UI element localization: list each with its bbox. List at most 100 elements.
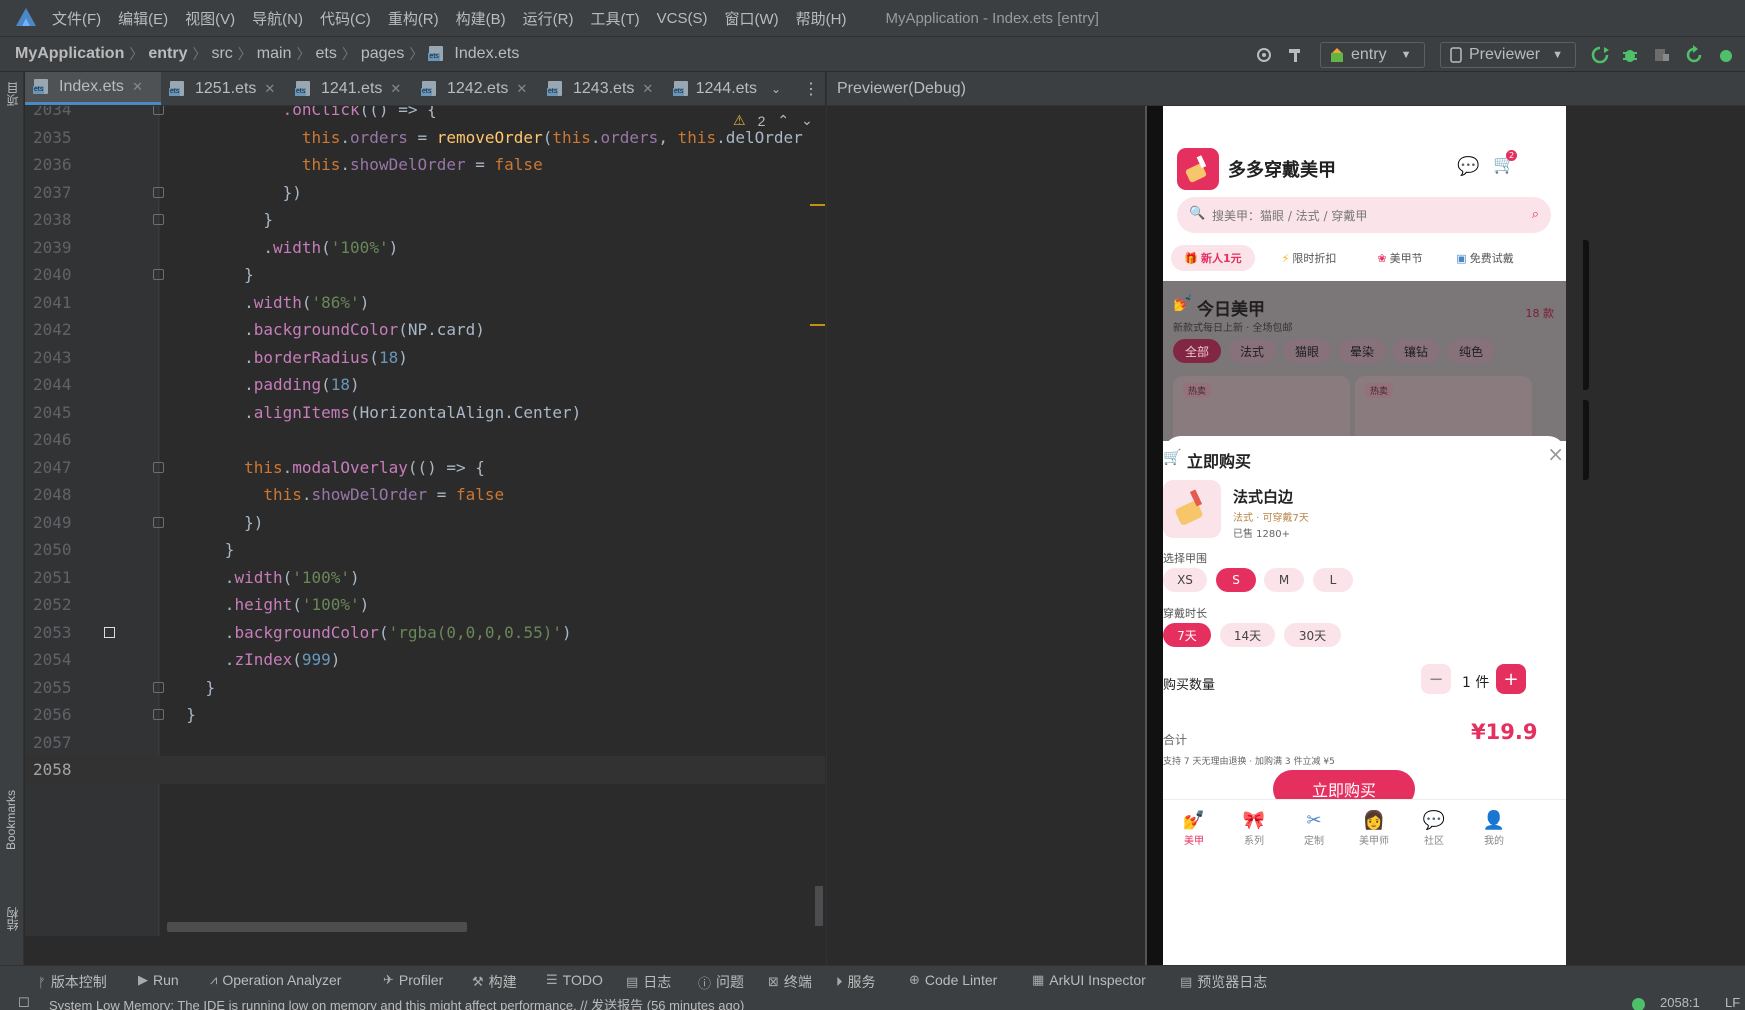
profile-icon[interactable] [1716, 45, 1736, 65]
apply-changes-icon[interactable] [1684, 45, 1704, 65]
device-dropdown[interactable]: Previewer ▼ [1440, 42, 1576, 68]
breadcrumb-src[interactable]: src [211, 45, 232, 63]
close-icon[interactable]: ✕ [642, 81, 653, 97]
app-tab-custom[interactable]: ✂ 定制 [1289, 810, 1339, 847]
filter-chip[interactable]: 晕染 [1338, 339, 1386, 363]
warning-stripe[interactable] [810, 324, 825, 326]
code-line[interactable]: 2044 .padding(18) [25, 371, 825, 399]
app-tab-community[interactable]: 💬 社区 [1409, 810, 1459, 847]
fold-icon[interactable] [153, 106, 164, 115]
breadcrumb-pages[interactable]: pages [361, 45, 405, 63]
code-line[interactable]: 2043 .borderRadius(18) [25, 344, 825, 372]
code-editor[interactable]: 2034 .onClick(() => {2035 this.orders = … [25, 106, 825, 936]
services-tool-button[interactable]: ⏵ 服务 [836, 972, 876, 992]
code-line[interactable]: 2051 .width('100%') [25, 564, 825, 592]
run-tool-button[interactable]: ▶ Run [138, 972, 179, 988]
profiler-button[interactable]: ✈ Profiler [383, 972, 443, 988]
chevron-down-icon[interactable]: ⌄ [801, 112, 813, 129]
filter-chip[interactable]: 全部 [1173, 339, 1221, 363]
code-line[interactable]: 2036 this.showDelOrder = false [25, 151, 825, 179]
code-line[interactable]: 2052 .height('100%') [25, 591, 825, 619]
menu-tools[interactable]: 工具(T) [590, 8, 639, 29]
filter-chip[interactable]: 纯色 [1447, 339, 1495, 363]
attach-debugger-icon[interactable] [1652, 45, 1672, 65]
vcs-tool-button[interactable]: ᚠ 版本控制 [38, 972, 107, 992]
code-line[interactable]: 2038 } [25, 206, 825, 234]
vertical-scrollbar[interactable] [815, 886, 823, 926]
code-line[interactable]: 2055 } [25, 674, 825, 702]
code-line[interactable]: 2047 this.modalOverlay(() => { [25, 454, 825, 482]
fold-icon[interactable] [153, 461, 164, 473]
rerun-icon[interactable] [1590, 45, 1610, 65]
code-line[interactable]: 2035 this.orders = removeOrder(this.orde… [25, 124, 825, 152]
duration-option-14[interactable]: 14天 [1220, 623, 1275, 647]
menu-window[interactable]: 窗口(W) [724, 8, 778, 29]
code-line[interactable]: 2042 .backgroundColor(NP.card) [25, 316, 825, 344]
previewer-log-button[interactable]: ▤ 预览器日志 [1180, 972, 1267, 992]
code-line[interactable]: 2053 .backgroundColor('rgba(0,0,0,0.55)'… [25, 619, 825, 647]
code-line[interactable]: 2048 this.showDelOrder = false [25, 481, 825, 509]
status-layout-icon[interactable]: ☐ [18, 995, 30, 1010]
app-tab-series[interactable]: 🎀 系列 [1229, 810, 1279, 847]
breadcrumb-ets[interactable]: ets [315, 45, 336, 63]
code-line[interactable]: 2040 } [25, 261, 825, 289]
app-tab-me[interactable]: 👤 我的 [1469, 810, 1519, 847]
line-ending[interactable]: LF [1725, 995, 1740, 1010]
run-config-dropdown[interactable]: entry ▼ [1320, 42, 1425, 68]
code-line[interactable]: 2056 } [25, 701, 825, 729]
more-icon[interactable]: ⋮ [803, 72, 819, 105]
code-line[interactable]: 2049 }) [25, 509, 825, 537]
code-line[interactable]: 2046 [25, 426, 825, 454]
inspection-widget[interactable]: ⚠ 2 ⌃ ⌄ [733, 112, 813, 129]
close-icon[interactable]: ✕ [132, 79, 143, 95]
operation-analyzer-button[interactable]: ⩘ Operation Analyzer [210, 972, 341, 988]
code-line[interactable]: 2037 }) [25, 179, 825, 207]
tab-1241[interactable]: 1241.ets ✕ [287, 72, 413, 105]
structure-tool-button[interactable]: 结构 [4, 907, 21, 931]
promo-chip-new[interactable]: 🎁 新人1元 [1171, 245, 1255, 271]
quantity-plus-button[interactable]: + [1496, 664, 1526, 694]
close-icon[interactable]: ✕ [390, 81, 401, 97]
tab-1243[interactable]: 1243.ets ✕ [539, 72, 665, 105]
menu-code[interactable]: 代码(C) [320, 8, 371, 29]
search-input[interactable]: 🔍 搜美甲：猫眼 / 法式 / 穿戴甲 ⌕ [1177, 197, 1551, 233]
code-line[interactable]: 2039 .width('100%') [25, 234, 825, 262]
menu-refactor[interactable]: 重构(R) [388, 8, 439, 29]
quantity-minus-button[interactable]: − [1421, 664, 1451, 694]
menu-view[interactable]: 视图(V) [185, 8, 235, 29]
close-icon[interactable]: ✕ [516, 81, 527, 97]
close-icon[interactable]: × [1547, 442, 1564, 466]
tab-1242[interactable]: 1242.ets ✕ [413, 72, 539, 105]
search-submit-icon[interactable]: ⌕ [1532, 207, 1539, 222]
bookmarks-tool-button[interactable]: Bookmarks [4, 790, 18, 850]
status-message[interactable]: System Low Memory: The IDE is running lo… [49, 995, 744, 1010]
fold-icon[interactable] [153, 681, 164, 693]
code-linter-button[interactable]: ⊕ Code Linter [909, 972, 997, 988]
filter-chip[interactable]: 镶钻 [1392, 339, 1440, 363]
warning-stripe[interactable] [810, 204, 825, 206]
arkui-inspector-button[interactable]: ▦ ArkUI Inspector [1032, 972, 1146, 988]
code-line[interactable]: 2034 .onClick(() => { [25, 106, 825, 124]
chevron-down-icon[interactable]: ⌄ [771, 72, 781, 105]
fold-icon[interactable] [153, 269, 164, 280]
promo-chip-festival[interactable]: ❀ 美甲节 [1358, 245, 1442, 271]
fold-icon[interactable] [153, 709, 164, 720]
tab-1244[interactable]: 1244.ets [665, 72, 765, 105]
hammer-icon[interactable] [1286, 45, 1306, 65]
menu-vcs[interactable]: VCS(S) [657, 10, 708, 27]
log-tool-button[interactable]: ▤ 日志 [626, 972, 671, 992]
app-tab-nails[interactable]: 💅 美甲 [1169, 810, 1219, 847]
code-line[interactable]: 2054 .zIndex(999) [25, 646, 825, 674]
chevron-up-icon[interactable]: ⌃ [777, 112, 789, 129]
project-tool-button[interactable]: 项目 [4, 82, 21, 106]
menu-build[interactable]: 构建(B) [456, 8, 506, 29]
app-tab-artists[interactable]: 👩 美甲师 [1349, 810, 1399, 847]
terminal-tool-button[interactable]: ⊠ 终端 [768, 972, 812, 992]
promo-chip-trial[interactable]: ▣ 免费试戴 [1443, 245, 1527, 271]
size-option-l[interactable]: L [1313, 568, 1353, 592]
tab-index[interactable]: Index.ets ✕ [25, 72, 161, 105]
problems-tool-button[interactable]: ⓘ 问题 [698, 972, 744, 992]
duration-option-30[interactable]: 30天 [1284, 623, 1341, 647]
tab-1251[interactable]: 1251.ets ✕ [161, 72, 287, 105]
breadcrumb-project[interactable]: MyApplication [15, 45, 124, 63]
